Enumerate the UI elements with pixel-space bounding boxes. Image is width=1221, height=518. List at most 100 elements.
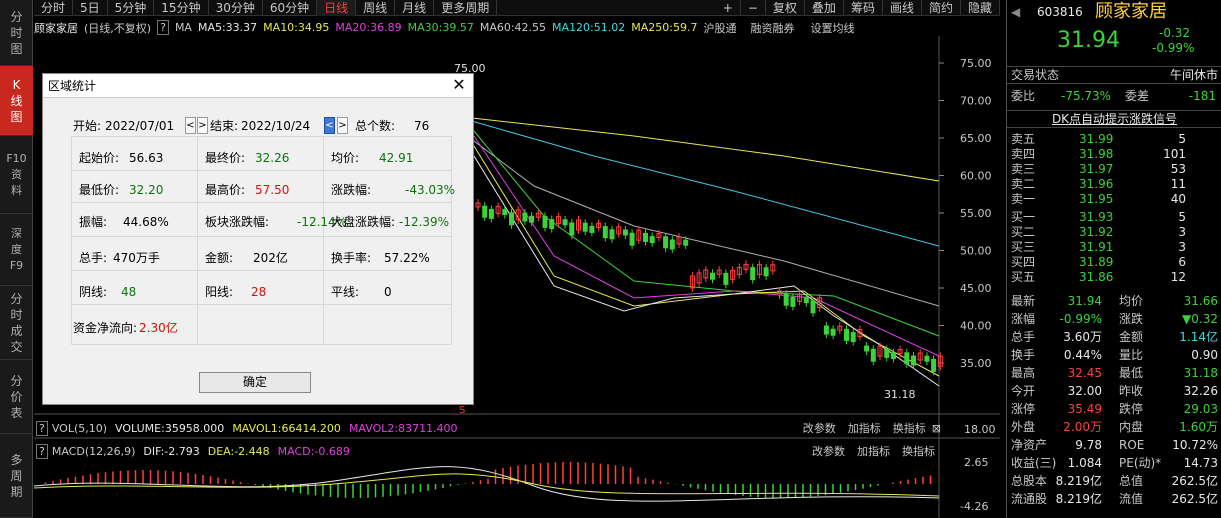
period-60min[interactable]: 60分钟: [263, 0, 318, 16]
vol-switch-indicator[interactable]: 换指标: [893, 420, 926, 436]
draw-line-button[interactable]: 画线: [883, 0, 922, 16]
order-book-row: 买四 31.89 6: [1007, 255, 1221, 270]
stat-label: 最低: [1119, 366, 1144, 380]
margin-link[interactable]: 融资融券: [750, 20, 794, 36]
quote-header: ◀ 603816 顾家家居: [1007, 2, 1221, 22]
macd-help-icon[interactable]: ?: [36, 443, 48, 459]
price-tick-label: 75.00: [960, 57, 992, 70]
stat-label: 涨停: [1011, 402, 1036, 416]
start-prev-button[interactable]: <: [185, 117, 196, 134]
vol-help-icon[interactable]: ?: [36, 420, 48, 436]
chips-button[interactable]: 筹码: [844, 0, 883, 16]
stat-label: 最终价:: [205, 151, 246, 165]
macd-value: MACD:-0.689: [277, 444, 350, 458]
stat-label: 外盘: [1011, 420, 1036, 434]
macd-legend: ? MACD(12,26,9) DIF:-2.793 DEA:-2.448 MA…: [36, 443, 941, 459]
dea-value: DEA:-2.448: [207, 444, 270, 458]
prev-stock-icon[interactable]: ◀: [1011, 2, 1020, 22]
stat-value: 31.94: [1067, 294, 1102, 308]
vol-edit-param[interactable]: 改参数: [803, 420, 836, 436]
simple-button[interactable]: 简约: [922, 0, 961, 16]
candle-body: [582, 222, 588, 232]
dk-signal-text[interactable]: DK点自动提示涨跌信号: [1052, 112, 1177, 126]
stat-label: 阴线:: [79, 285, 108, 299]
period-30min[interactable]: 30分钟: [209, 0, 263, 16]
hgt-link[interactable]: 沪股通: [703, 20, 736, 36]
vol-name: VOL(5,10): [51, 421, 108, 435]
candle-body: [562, 219, 568, 226]
status-label: 交易状态: [1011, 68, 1060, 82]
stat-label: 今开: [1011, 384, 1036, 398]
overlay-button[interactable]: 叠加: [805, 0, 844, 16]
price-change-pct: -0.99%: [1152, 41, 1195, 55]
stat-label: 大盘涨跌幅:: [331, 215, 396, 229]
macd-edit-param[interactable]: 改参数: [812, 443, 845, 459]
stat-label: 涨跌幅:: [331, 183, 372, 197]
dialog-title-text: 区域统计: [48, 79, 97, 93]
candle-body: [629, 232, 635, 246]
period-5min[interactable]: 5分钟: [108, 0, 155, 16]
period-daily[interactable]: 日线: [317, 0, 357, 16]
macd-add-indicator[interactable]: 加指标: [857, 443, 890, 459]
stat-value: 29.03: [1183, 402, 1218, 416]
tab-timeshare[interactable]: 分时图: [0, 0, 33, 66]
stat-value: 14.73: [1183, 456, 1218, 470]
stat-label: 最低价:: [79, 183, 120, 197]
period-15min[interactable]: 15分钟: [154, 0, 209, 16]
price-tick-label: 40.00: [960, 320, 992, 333]
stat-value: 0.90: [1191, 348, 1218, 362]
tab-kline[interactable]: K线图: [0, 66, 33, 136]
zoom-in-button[interactable]: +: [716, 0, 741, 16]
ma60-value: MA60:42.55: [479, 21, 547, 34]
stat-value: 35.49: [1067, 402, 1102, 416]
stat-value: 56.63: [129, 151, 164, 165]
ma30-value: MA30:39.57: [407, 21, 474, 34]
grid-line: [323, 136, 324, 344]
macd-switch-indicator[interactable]: 换指标: [902, 443, 935, 459]
end-date: 2022/10/24: [241, 119, 311, 133]
tab-multi-period[interactable]: 多周期: [0, 434, 33, 518]
order-book-row: 卖四 31.98 101: [1007, 147, 1221, 162]
order-book-row: 卖一 31.95 40: [1007, 192, 1221, 207]
price-tick-label: 55.00: [960, 207, 992, 220]
price-tick-label: 50.00: [960, 245, 992, 258]
stat-label: 总值: [1119, 474, 1144, 488]
mavol1-value: MAVOL1:66414.200: [232, 421, 341, 435]
vol-add-indicator[interactable]: 加指标: [848, 420, 881, 436]
level-price: 31.99: [1079, 132, 1114, 146]
start-next-button[interactable]: >: [197, 117, 208, 134]
stat-label: 平线:: [331, 285, 360, 299]
period-timeshare[interactable]: 分时: [34, 0, 74, 16]
tab-trades[interactable]: 分时成交: [0, 286, 33, 360]
level-volume: 5: [1178, 210, 1186, 224]
period-5day[interactable]: 5日: [73, 0, 108, 16]
price-tick-label: 60.00: [960, 170, 992, 183]
stat-value: -12.39%: [399, 215, 450, 229]
tab-f10[interactable]: F10资料: [0, 136, 33, 214]
close-icon[interactable]: ✕: [451, 77, 467, 93]
end-next-button[interactable]: >: [337, 117, 348, 134]
stat-value: 2.00万: [1063, 420, 1102, 434]
ma5-value: MA5:33.37: [197, 21, 258, 34]
end-prev-button[interactable]: <: [324, 117, 335, 134]
moving-average-line: [473, 130, 940, 337]
end-label: 结束:: [210, 119, 239, 133]
level-label: 卖四: [1011, 147, 1036, 161]
dk-signal-link[interactable]: DK点自动提示涨跌信号: [1007, 110, 1221, 128]
stat-value: 0.44%: [1063, 348, 1102, 362]
period-weekly[interactable]: 周线: [356, 0, 396, 16]
tab-depth[interactable]: 深度F9: [0, 214, 33, 286]
candle-body: [522, 212, 528, 222]
help-icon[interactable]: ?: [157, 20, 169, 35]
period-monthly[interactable]: 月线: [395, 0, 435, 16]
tab-price-table[interactable]: 分价表: [0, 360, 33, 434]
dialog-title: 区域统计: [43, 74, 473, 98]
adjust-button[interactable]: 复权: [766, 0, 805, 16]
close-icon[interactable]: ⊠: [932, 422, 941, 435]
zoom-out-button[interactable]: −: [741, 0, 766, 16]
set-ma-button[interactable]: 设置均线: [810, 20, 854, 36]
hide-button[interactable]: 隐藏: [961, 0, 1000, 16]
stat-row: 流通股 8.219亿 流值 262.5亿: [1007, 492, 1221, 509]
period-more[interactable]: 更多周期: [434, 0, 498, 16]
confirm-button[interactable]: 确定: [199, 372, 311, 393]
